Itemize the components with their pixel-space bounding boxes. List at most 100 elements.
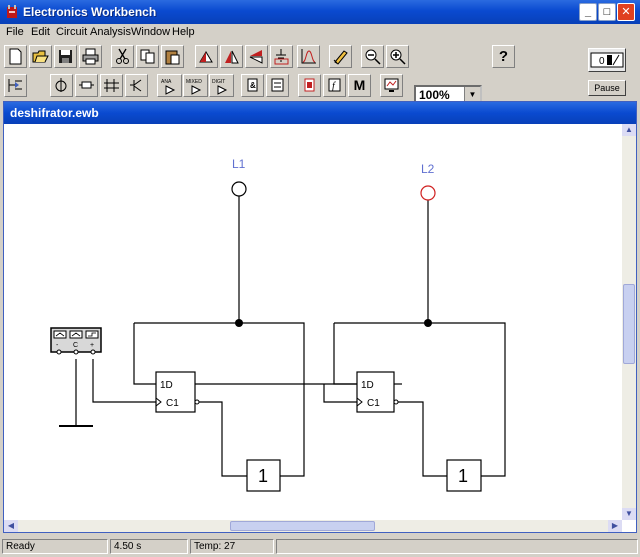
close-button[interactable]: ✕ xyxy=(617,3,635,21)
indicators-bin-button[interactable] xyxy=(298,74,321,97)
d-flip-flop-1[interactable]: 1D C1 xyxy=(155,371,200,413)
svg-text:&: & xyxy=(250,81,256,90)
status-temp: Temp: 27 xyxy=(190,539,274,554)
flip-vertical-button[interactable] xyxy=(245,45,268,68)
indicator-icon xyxy=(304,78,315,92)
circuit-canvas[interactable]: L1 L2 - C + 1D C1 1D C1 1 1 xyxy=(4,124,622,520)
zoom-out-button[interactable] xyxy=(361,45,384,68)
analog-ics-bin-button[interactable]: ANA xyxy=(157,74,182,97)
d-flip-flop-2[interactable]: 1D C1 xyxy=(356,371,399,413)
basic-bin-button[interactable] xyxy=(75,74,98,97)
svg-text:C1: C1 xyxy=(166,398,179,409)
paste-button[interactable] xyxy=(161,45,184,68)
clipboard-icon xyxy=(165,50,180,65)
flip-horizontal-button[interactable] xyxy=(220,45,243,68)
graph-icon xyxy=(301,49,316,64)
menu-circuit[interactable]: Circuit xyxy=(56,26,87,38)
horizontal-scroll-thumb[interactable] xyxy=(230,521,375,531)
status-time: 4.50 s xyxy=(110,539,188,554)
document-title: deshifrator.ewb xyxy=(10,106,99,120)
flip-flop-icon xyxy=(271,78,284,92)
save-button[interactable] xyxy=(54,45,77,68)
parts-toolbar: ANA MIXED DIGIT & f M xyxy=(0,71,640,101)
scroll-right-button[interactable]: ▶ xyxy=(608,520,622,532)
wire xyxy=(333,323,357,385)
menu-help[interactable]: Help xyxy=(172,26,195,38)
vertical-scroll-thumb[interactable] xyxy=(623,284,635,364)
mixed-ic-icon: MIXED xyxy=(186,79,202,95)
svg-text:1: 1 xyxy=(258,466,268,486)
menu-analysis[interactable]: Analysis xyxy=(90,26,131,38)
pause-button[interactable]: Pause xyxy=(588,80,626,96)
print-button[interactable] xyxy=(79,45,102,68)
cut-button[interactable] xyxy=(111,45,134,68)
properties-pencil-icon xyxy=(333,50,348,65)
wire xyxy=(195,401,247,477)
menu-file[interactable]: File xyxy=(6,26,24,38)
rotate-button[interactable] xyxy=(195,45,218,68)
mixed-ics-bin-button[interactable]: MIXED xyxy=(183,74,208,97)
power-switch[interactable]: 0 xyxy=(588,48,626,72)
help-button[interactable]: ? xyxy=(492,45,515,68)
sources-icon xyxy=(55,78,67,92)
svg-text:MIXED: MIXED xyxy=(186,79,202,85)
probe-l1[interactable] xyxy=(231,181,247,197)
inverter-2[interactable]: 1 xyxy=(446,459,482,492)
diodes-bin-button[interactable] xyxy=(100,74,123,97)
zoom-in-button[interactable] xyxy=(386,45,409,68)
instruments-bin-button[interactable] xyxy=(380,74,403,97)
menu-bar: File Edit Circuit Analysis Window Help xyxy=(0,24,640,41)
component-properties-button[interactable] xyxy=(329,45,352,68)
document-title-bar: deshifrator.ewb xyxy=(4,102,636,124)
menu-window[interactable]: Window xyxy=(131,26,170,38)
controls-bin-button[interactable]: f xyxy=(323,74,346,97)
maximize-button[interactable]: □ xyxy=(598,3,616,21)
subcircuit-icon xyxy=(274,49,289,65)
logic-gate-icon: & xyxy=(247,78,258,92)
sources-bin-button[interactable] xyxy=(50,74,73,97)
resistor-icon xyxy=(79,81,94,89)
diode-icon xyxy=(104,79,119,92)
rotate-icon xyxy=(199,51,213,63)
scissors-icon xyxy=(116,48,129,64)
probe-l1-label: L1 xyxy=(232,157,246,171)
status-empty xyxy=(276,539,638,554)
flip-vertical-icon xyxy=(249,50,263,64)
wire xyxy=(92,359,156,403)
flip-horizontal-icon xyxy=(225,50,239,64)
minimize-button[interactable]: _ xyxy=(579,3,597,21)
probe-l2[interactable] xyxy=(420,185,436,201)
transistors-bin-button[interactable] xyxy=(125,74,148,97)
wire xyxy=(394,401,447,477)
favorites-bin-button[interactable] xyxy=(4,74,27,97)
logic-gates-bin-button[interactable]: & xyxy=(241,74,264,97)
digital-ics-bin-button[interactable]: DIGIT xyxy=(209,74,234,97)
svg-text:1D: 1D xyxy=(160,380,173,391)
scroll-up-button[interactable]: ▲ xyxy=(622,124,636,136)
function-generator[interactable]: - C + xyxy=(50,327,102,355)
scroll-left-button[interactable]: ◀ xyxy=(4,520,18,532)
favorites-bin-icon xyxy=(8,79,22,92)
junction xyxy=(235,319,243,327)
scroll-down-button[interactable]: ▼ xyxy=(622,508,636,520)
copy-button[interactable] xyxy=(136,45,159,68)
svg-text:+: + xyxy=(90,342,94,349)
new-file-button[interactable] xyxy=(4,45,27,68)
svg-text:C: C xyxy=(73,342,78,349)
status-state: Ready xyxy=(2,539,108,554)
vertical-scrollbar[interactable]: ▲ ▼ xyxy=(622,124,636,520)
save-disk-icon xyxy=(59,50,72,63)
transistor-icon xyxy=(130,79,142,92)
open-file-button[interactable] xyxy=(29,45,52,68)
instruments-monitor-icon xyxy=(384,78,399,92)
graphs-button[interactable] xyxy=(297,45,320,68)
miscellaneous-bin-button[interactable]: M xyxy=(348,74,371,97)
subcircuit-button[interactable] xyxy=(270,45,293,68)
inverter-1[interactable]: 1 xyxy=(246,459,281,492)
menu-edit[interactable]: Edit xyxy=(31,26,50,38)
digital-bin-button[interactable] xyxy=(266,74,289,97)
digital-ic-icon: DIGIT xyxy=(212,79,228,95)
horizontal-scrollbar[interactable]: ◀ ▶ xyxy=(4,520,622,532)
window-title: Electronics Workbench xyxy=(23,5,157,19)
zoom-in-icon xyxy=(390,49,406,65)
